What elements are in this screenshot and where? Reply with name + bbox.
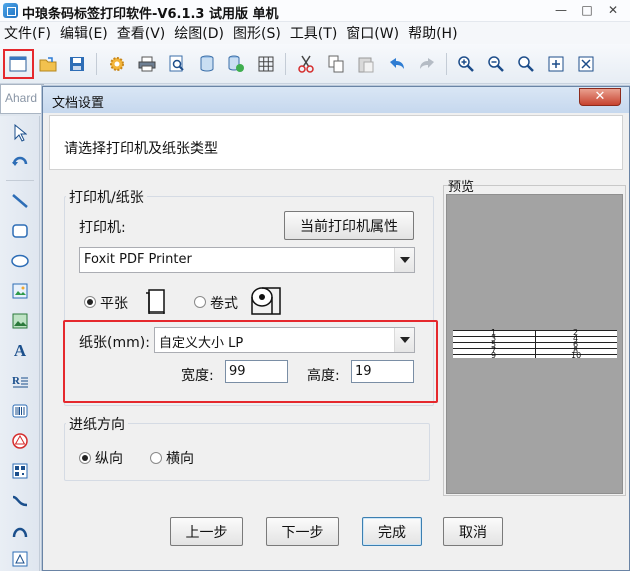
rectangle-tool-icon[interactable]: [9, 220, 31, 242]
app-title: 中琅条码标签打印软件-V6.1.3 试用版 单机: [22, 7, 279, 22]
app-logo-icon: [3, 3, 18, 18]
paste-icon[interactable]: [355, 53, 377, 75]
database-icon[interactable]: [196, 53, 218, 75]
minimize-button[interactable]: —: [548, 1, 574, 19]
zoom-fit-icon[interactable]: [515, 53, 537, 75]
database-settings-icon[interactable]: [225, 53, 247, 75]
toolbar-separator: [96, 53, 97, 75]
redo-icon[interactable]: [416, 53, 438, 75]
menu-tools[interactable]: 工具(T): [290, 23, 337, 43]
undo-icon[interactable]: [386, 53, 408, 75]
paper-roll-radio[interactable]: [194, 296, 206, 308]
dialog-title: 文档设置: [52, 96, 105, 111]
svg-text:R: R: [12, 375, 21, 387]
preview-number: 9: [491, 351, 497, 360]
text-tool-icon[interactable]: A: [9, 340, 31, 362]
copy-icon[interactable]: [325, 53, 347, 75]
menu-file[interactable]: 文件(F): [4, 23, 51, 43]
paper-size-select[interactable]: 自定义大小 LP: [154, 327, 415, 353]
chevron-down-icon: [394, 248, 414, 272]
menu-help[interactable]: 帮助(H): [408, 23, 457, 43]
flat-sheet-icon: [144, 288, 166, 318]
maximize-button[interactable]: □: [574, 1, 600, 19]
toolbar-separator: [285, 53, 286, 75]
settings-gear-icon[interactable]: [106, 53, 128, 75]
menu-draw[interactable]: 绘图(D): [174, 23, 224, 43]
toolbox-separator: [6, 180, 34, 181]
paper-size-value: 自定义大小 LP: [159, 336, 244, 351]
printer-select[interactable]: Foxit PDF Printer: [79, 247, 415, 273]
qrcode-tool-icon[interactable]: [9, 460, 31, 482]
shape-tool-icon[interactable]: [9, 548, 31, 570]
cancel-button[interactable]: 取消: [443, 517, 503, 546]
app-titlebar: 中琅条码标签打印软件-V6.1.3 试用版 单机 — □ ✕: [0, 0, 630, 22]
feed-landscape-label: 横向: [166, 451, 194, 467]
menu-shape[interactable]: 图形(S): [233, 23, 281, 43]
feed-portrait-label: 纵向: [95, 451, 123, 467]
arc-tool-icon[interactable]: [9, 520, 31, 542]
save-icon[interactable]: [66, 53, 88, 75]
prev-step-button[interactable]: 上一步: [170, 517, 243, 546]
chevron-down-icon: [394, 328, 414, 352]
font-name: Ahard: [5, 91, 38, 105]
printer-properties-button[interactable]: 当前打印机属性: [284, 211, 414, 240]
polygon-tool-icon[interactable]: [9, 430, 31, 452]
close-button[interactable]: ✕: [600, 1, 626, 19]
paper-flat-radio[interactable]: [84, 296, 96, 308]
dialog-close-button[interactable]: ✕: [579, 88, 621, 106]
main-toolbar: [0, 44, 630, 84]
zoom-in-icon[interactable]: [455, 53, 477, 75]
menu-bar: 文件(F) 编辑(E) 查看(V) 绘图(D) 图形(S) 工具(T) 窗口(W…: [0, 22, 630, 44]
paper-roll-icon: [250, 286, 284, 320]
ellipse-tool-icon[interactable]: [9, 250, 31, 272]
open-folder-icon[interactable]: [37, 53, 59, 75]
height-label: 高度:: [307, 368, 340, 384]
dialog-header: 请选择打印机及纸张类型: [49, 115, 623, 170]
printer-label: 打印机:: [79, 220, 126, 236]
next-step-button[interactable]: 下一步: [266, 517, 339, 546]
select-arrow-icon[interactable]: [9, 122, 31, 144]
fit-page-icon[interactable]: [545, 53, 567, 75]
finish-button[interactable]: 完成: [362, 517, 422, 546]
preview-column-line: [535, 330, 536, 358]
font-selector[interactable]: Ahard: [0, 84, 44, 114]
paper-size-label: 纸张(mm):: [79, 335, 150, 351]
dialog-titlebar: 文档设置 ✕: [43, 87, 629, 113]
feed-direction-group-label: 进纸方向: [66, 414, 128, 434]
zoom-out-icon[interactable]: [485, 53, 507, 75]
paper-roll-label: 卷式: [210, 296, 238, 312]
picture-tool-icon[interactable]: [9, 310, 31, 332]
rotate-tool-icon[interactable]: [9, 150, 31, 172]
width-label: 宽度:: [181, 368, 214, 384]
preview-label-sheet: 1 2 3 4 5 6 7 8 9 10: [453, 329, 617, 360]
grid-icon[interactable]: [255, 53, 277, 75]
actual-size-icon[interactable]: [575, 53, 597, 75]
feed-portrait-radio[interactable]: [79, 452, 91, 464]
preview-number: 10: [571, 351, 582, 360]
cut-icon[interactable]: [295, 53, 317, 75]
paper-flat-label: 平张: [100, 296, 128, 312]
barcode-tool-icon[interactable]: [9, 400, 31, 422]
printer-select-value: Foxit PDF Printer: [84, 252, 192, 267]
window-controls: — □ ✕: [548, 1, 626, 19]
preview-label: 预览: [448, 180, 475, 195]
printer-paper-group-label: 打印机/纸张: [66, 187, 147, 207]
print-preview-icon[interactable]: [166, 53, 188, 75]
menu-edit[interactable]: 编辑(E): [60, 23, 108, 43]
feed-landscape-radio[interactable]: [150, 452, 162, 464]
dialog-instruction: 请选择打印机及纸张类型: [64, 141, 218, 157]
menu-window[interactable]: 窗口(W): [346, 23, 399, 43]
print-icon[interactable]: [136, 53, 158, 75]
curve-tool-icon[interactable]: [9, 490, 31, 512]
width-input[interactable]: 99: [225, 360, 288, 383]
rich-text-tool-icon[interactable]: R: [9, 370, 31, 392]
toolbar-separator: [446, 53, 447, 75]
menu-view[interactable]: 查看(V): [117, 23, 166, 43]
image-tool-icon[interactable]: [9, 280, 31, 302]
left-toolbox: A R: [0, 116, 40, 571]
line-tool-icon[interactable]: [9, 190, 31, 212]
new-document-icon[interactable]: [7, 53, 29, 75]
height-input[interactable]: 19: [351, 360, 414, 383]
